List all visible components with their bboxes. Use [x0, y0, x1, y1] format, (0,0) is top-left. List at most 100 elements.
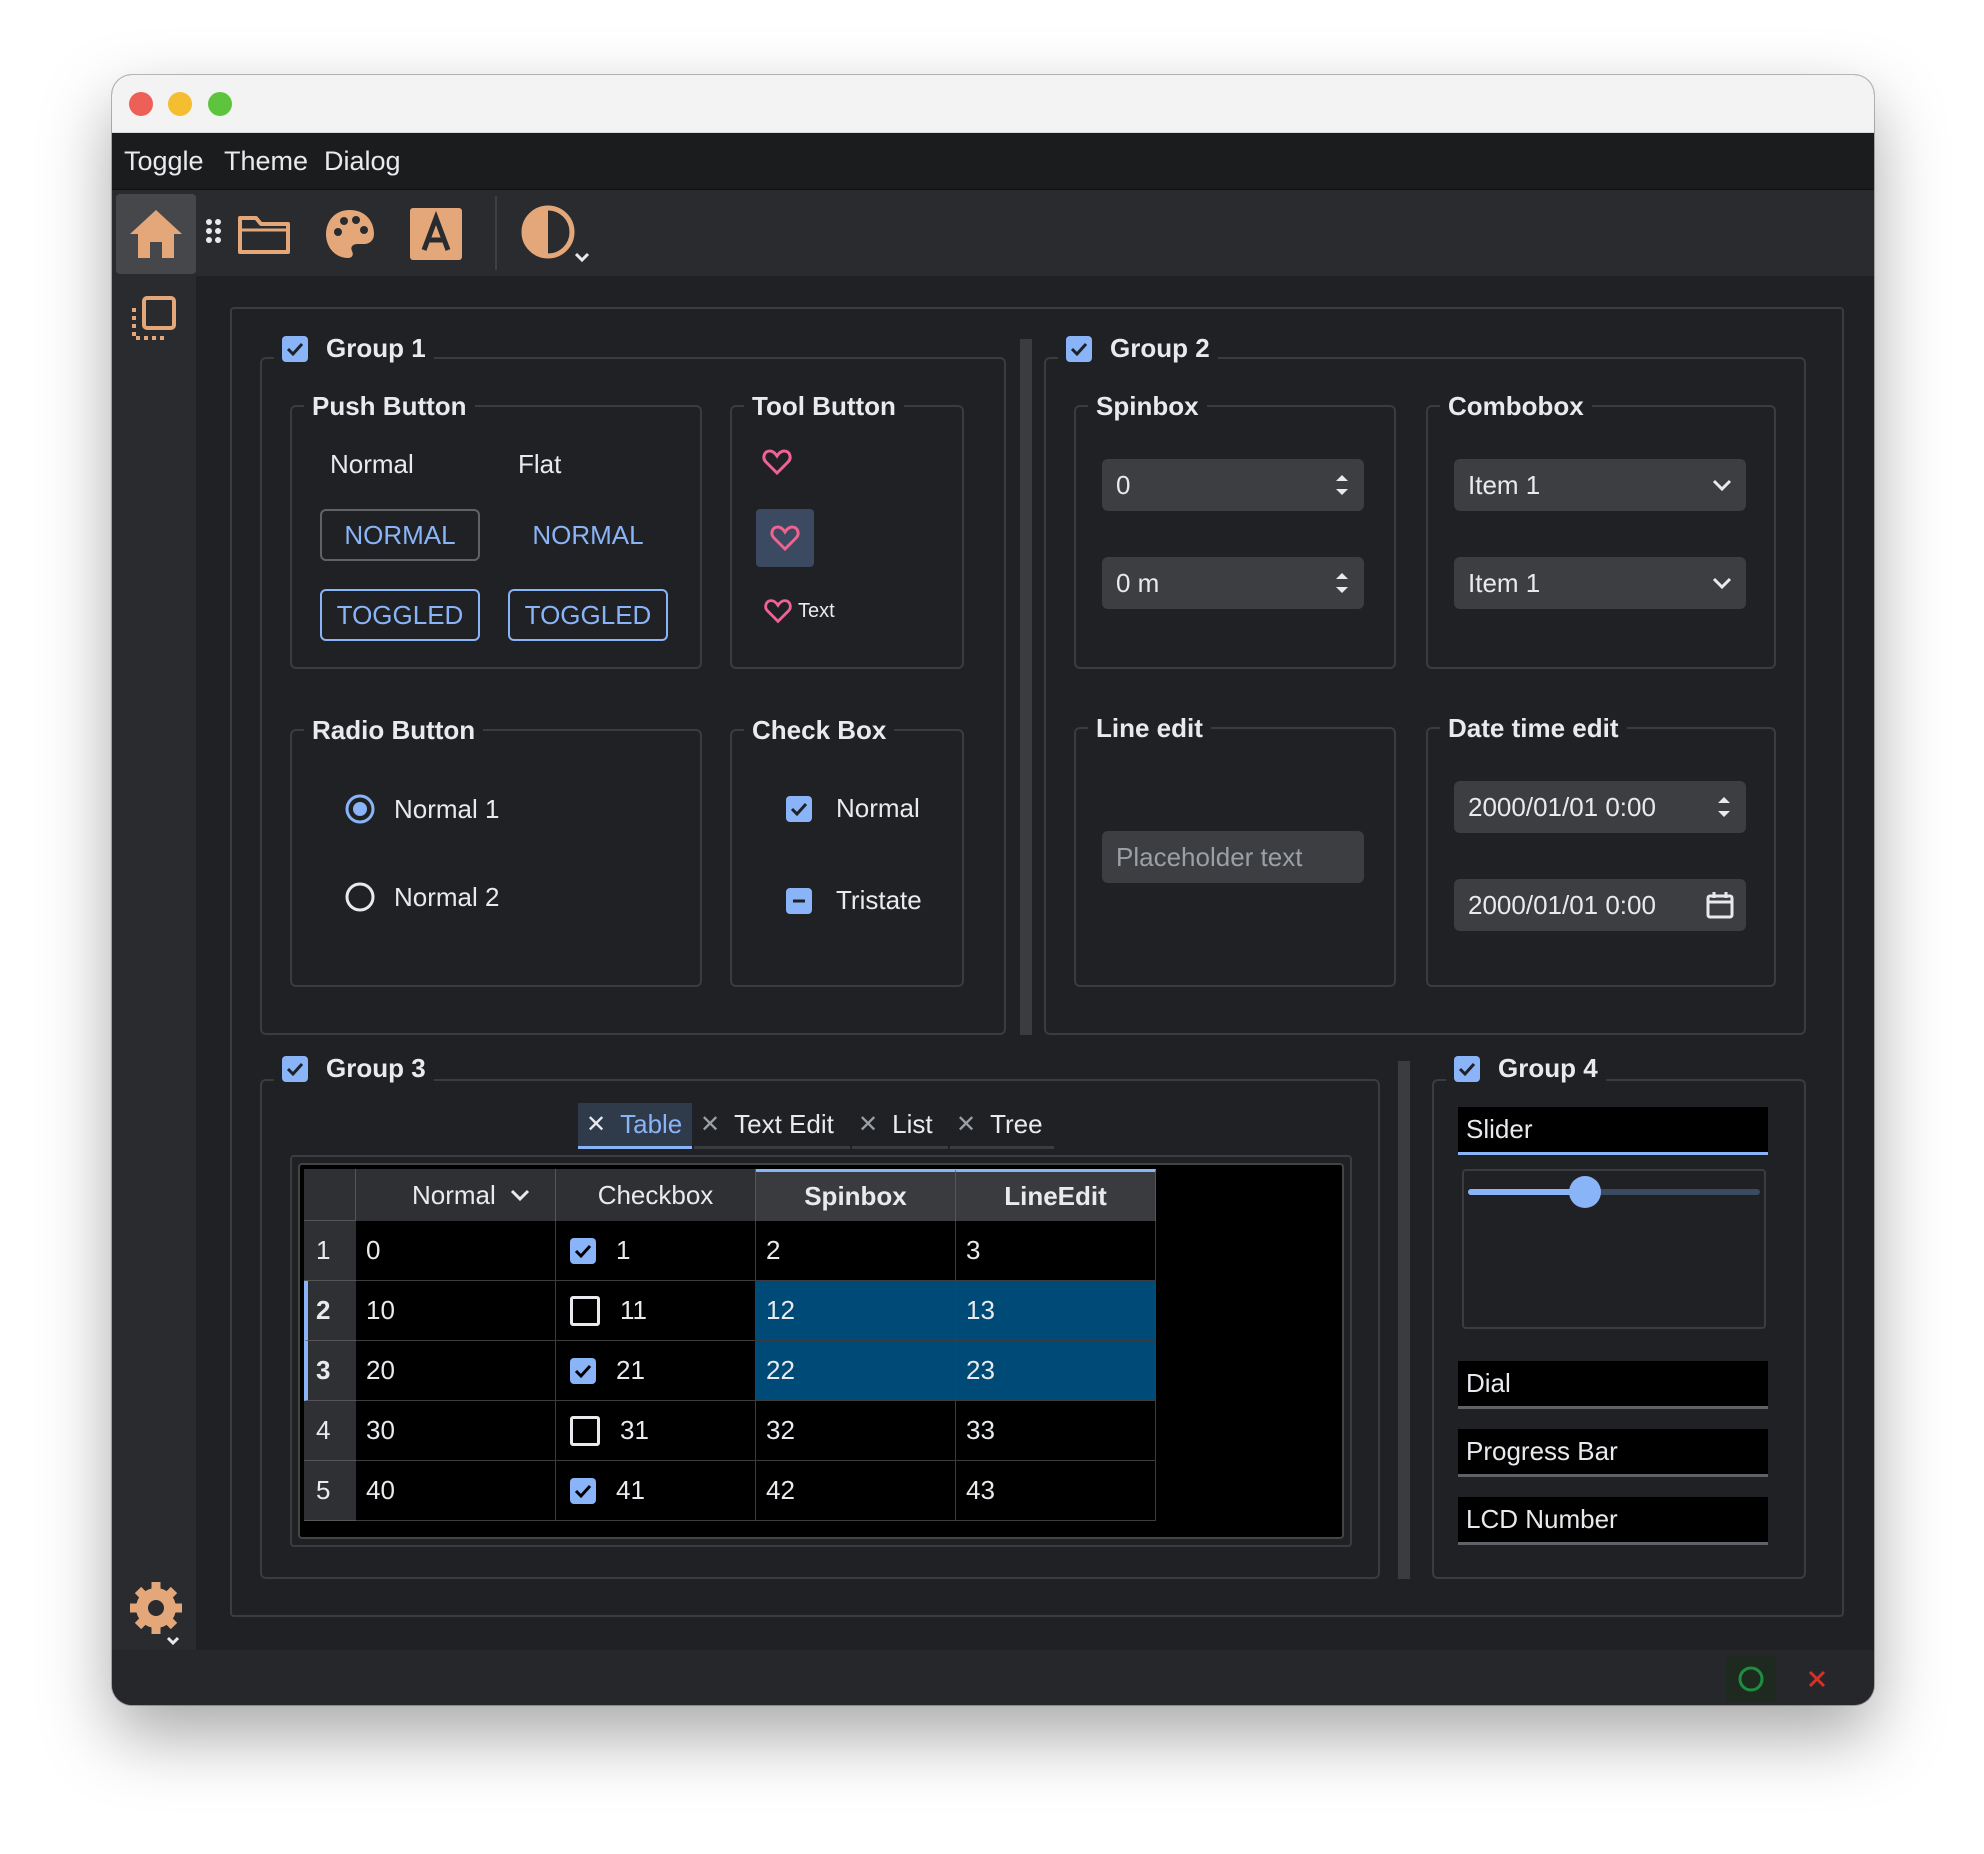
table-cell-spinbox[interactable]: 2	[756, 1221, 956, 1281]
tab-close-icon[interactable]: ✕	[956, 1110, 976, 1139]
line-edit-input[interactable]: Placeholder text	[1102, 831, 1364, 883]
checkbox-normal[interactable]: Normal	[786, 793, 920, 824]
combobox-2[interactable]: Item 1	[1454, 557, 1746, 609]
flat-push-button[interactable]: NORMAL	[508, 509, 668, 561]
zoom-window-button[interactable]	[208, 92, 232, 116]
toolbox-item-slider[interactable]: Slider	[1458, 1107, 1768, 1155]
slider-handle[interactable]	[1569, 1176, 1601, 1208]
table-cell-normal[interactable]: 20	[356, 1341, 556, 1401]
date-time-edit-spin[interactable]: 2000/01/01 0:00	[1454, 781, 1746, 833]
col-header-spinbox[interactable]: Spinbox	[756, 1169, 956, 1221]
col-header-normal[interactable]: Normal	[356, 1169, 556, 1221]
row-header[interactable]: 2	[304, 1281, 356, 1341]
tab-close-icon[interactable]: ✕	[586, 1110, 606, 1139]
group-2-checkbox[interactable]	[1066, 335, 1092, 362]
table-cell-normal[interactable]: 30	[356, 1401, 556, 1461]
tab-close-icon[interactable]: ✕	[700, 1110, 720, 1139]
table-cell-checkbox[interactable]: 21	[556, 1341, 756, 1401]
group-1-header[interactable]: Group 1	[274, 333, 434, 364]
group-3-header[interactable]: Group 3	[274, 1053, 434, 1084]
col-header-checkbox[interactable]: Checkbox	[556, 1169, 756, 1221]
cell-checkbox-unchecked[interactable]	[570, 1295, 600, 1326]
combobox-1[interactable]: Item 1	[1454, 459, 1746, 511]
group-1-checkbox[interactable]	[282, 335, 308, 362]
font-icon[interactable]	[406, 204, 466, 264]
date-time-edit-calendar[interactable]: 2000/01/01 0:00	[1454, 879, 1746, 931]
cell-checkbox-unchecked[interactable]	[570, 1415, 600, 1446]
tab-list[interactable]: ✕ List	[852, 1103, 948, 1149]
table-cell-lineedit[interactable]: 33	[956, 1401, 1156, 1461]
cell-value: 21	[616, 1355, 645, 1385]
contrast-icon[interactable]	[518, 202, 598, 268]
group-4-header[interactable]: Group 4	[1446, 1053, 1606, 1084]
row-header[interactable]: 4	[304, 1401, 356, 1461]
toggled-push-button[interactable]: TOGGLED	[320, 589, 480, 641]
cell-checkbox-checked[interactable]	[570, 1357, 596, 1384]
calendar-icon[interactable]	[1704, 889, 1736, 921]
group-3-checkbox[interactable]	[282, 1055, 308, 1082]
tab-text-edit-label: Text Edit	[734, 1109, 834, 1139]
home-button[interactable]	[116, 194, 196, 274]
cell-checkbox-checked[interactable]	[570, 1237, 596, 1264]
tab-close-icon[interactable]: ✕	[858, 1110, 878, 1139]
table-cell-lineedit[interactable]: 13	[956, 1281, 1156, 1341]
spin-arrows-icon[interactable]	[1332, 567, 1352, 599]
heart-icon[interactable]	[760, 445, 794, 479]
spin-arrows-icon[interactable]	[1332, 469, 1352, 501]
cancel-button[interactable]	[1792, 1656, 1842, 1702]
cell-checkbox-checked[interactable]	[570, 1477, 596, 1504]
table-cell-lineedit[interactable]: 43	[956, 1461, 1156, 1521]
close-window-button[interactable]	[129, 92, 153, 116]
table-corner[interactable]	[304, 1169, 356, 1221]
table-cell-normal[interactable]: 0	[356, 1221, 556, 1281]
ok-button[interactable]	[1726, 1656, 1776, 1702]
tab-table[interactable]: ✕ Table	[578, 1103, 692, 1149]
spin-arrows-icon[interactable]	[1714, 791, 1734, 823]
toolbox-item-progress-bar[interactable]: Progress Bar	[1458, 1429, 1768, 1477]
row-header[interactable]: 5	[304, 1461, 356, 1521]
normal-push-button[interactable]: NORMAL	[320, 509, 480, 561]
tab-text-edit[interactable]: ✕ Text Edit	[694, 1103, 850, 1149]
menu-dialog[interactable]: Dialog	[324, 146, 401, 177]
row-header[interactable]: 1	[304, 1221, 356, 1281]
row-header[interactable]: 3	[304, 1341, 356, 1401]
table-cell-spinbox[interactable]: 32	[756, 1401, 956, 1461]
text-tool-button[interactable]: Text	[762, 595, 835, 627]
table-cell-spinbox[interactable]: 42	[756, 1461, 956, 1521]
table-cell-checkbox[interactable]: 41	[556, 1461, 756, 1521]
table-cell-spinbox[interactable]: 22	[756, 1341, 956, 1401]
checkbox-tristate[interactable]: Tristate	[786, 885, 922, 916]
col-header-lineedit[interactable]: LineEdit	[956, 1169, 1156, 1221]
radio-normal-2[interactable]: Normal 2	[344, 881, 499, 913]
table-cell-normal[interactable]: 40	[356, 1461, 556, 1521]
toolbox-item-dial[interactable]: Dial	[1458, 1361, 1768, 1409]
table-cell-lineedit[interactable]: 23	[956, 1341, 1156, 1401]
table-cell-checkbox[interactable]: 31	[556, 1401, 756, 1461]
table-cell-spinbox[interactable]: 12	[756, 1281, 956, 1341]
spinbox-plain[interactable]: 0	[1102, 459, 1364, 511]
group-2-header[interactable]: Group 2	[1058, 333, 1218, 364]
table-cell-normal[interactable]: 10	[356, 1281, 556, 1341]
toggled-flat-push-button[interactable]: TOGGLED	[508, 589, 668, 641]
table-view[interactable]: Normal Checkbox Spinbox LineEdit 1012321…	[298, 1163, 1344, 1539]
pages-button[interactable]	[116, 280, 196, 360]
menu-toggle[interactable]: Toggle	[124, 146, 204, 177]
table-cell-lineedit[interactable]: 3	[956, 1221, 1156, 1281]
table-cell-checkbox[interactable]: 11	[556, 1281, 756, 1341]
group-4-checkbox[interactable]	[1454, 1055, 1480, 1082]
drag-handle-icon[interactable]	[204, 216, 224, 250]
slider-track[interactable]	[1468, 1176, 1760, 1208]
heart-toggled-tool-button[interactable]	[756, 509, 814, 567]
minimize-window-button[interactable]	[168, 92, 192, 116]
menu-theme[interactable]: Theme	[224, 146, 308, 177]
settings-button[interactable]	[116, 1570, 196, 1650]
table-cell-checkbox[interactable]: 1	[556, 1221, 756, 1281]
folder-icon[interactable]	[234, 204, 294, 264]
toolbox-item-lcd-number[interactable]: LCD Number	[1458, 1497, 1768, 1545]
vertical-splitter[interactable]	[1020, 339, 1032, 1035]
tab-tree[interactable]: ✕ Tree	[950, 1103, 1054, 1149]
vertical-splitter[interactable]	[1398, 1061, 1410, 1579]
palette-icon[interactable]	[320, 204, 380, 264]
spinbox-suffix[interactable]: 0 m	[1102, 557, 1364, 609]
radio-normal-1[interactable]: Normal 1	[344, 793, 499, 825]
